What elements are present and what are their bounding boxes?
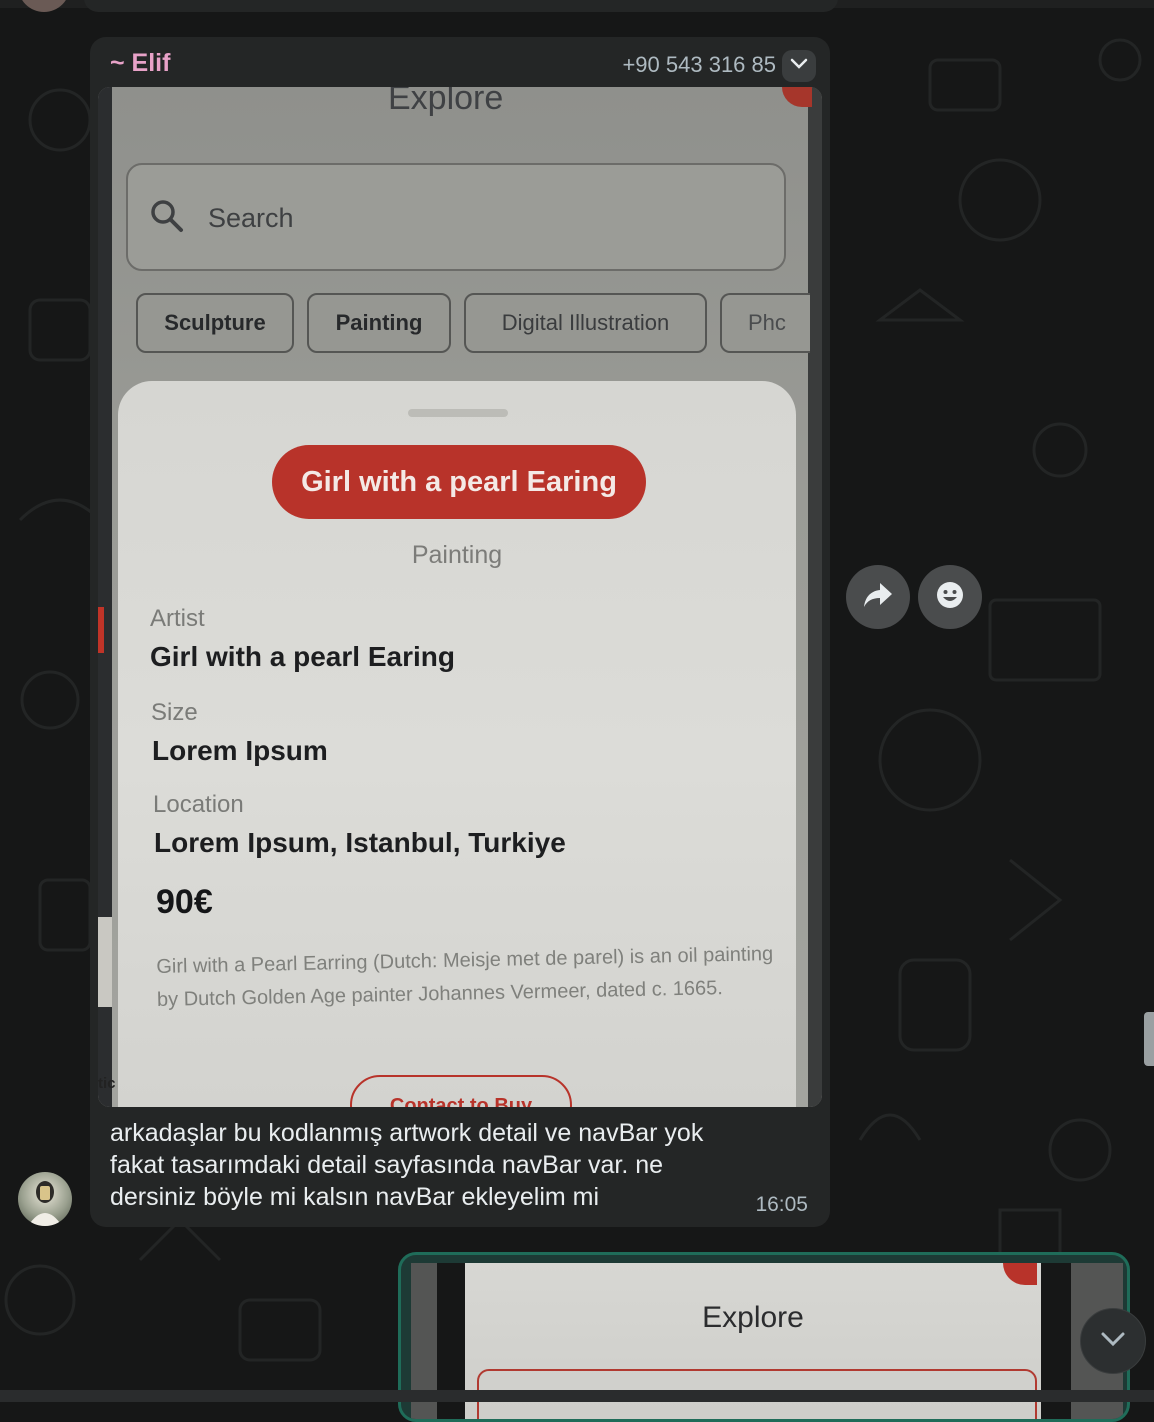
- outgoing-explore-title: Explore: [702, 1301, 804, 1334]
- contact-to-buy-button: Contact to Buy: [350, 1075, 572, 1107]
- photo-search-box: Search: [126, 163, 786, 271]
- red-corner: [782, 87, 812, 107]
- search-icon: [150, 199, 184, 238]
- forward-button[interactable]: [846, 565, 910, 629]
- emoji-icon: [935, 580, 965, 615]
- sender-phone: +90 543 316 85: [622, 52, 776, 77]
- window-bottom-strip: [0, 1390, 1154, 1402]
- chip-sculpture: Sculpture: [136, 293, 294, 353]
- location-value: Lorem Ipsum, Istanbul, Turkiye: [154, 827, 566, 858]
- message-text: arkadaşlar bu kodlanmış artwork detail v…: [110, 1119, 704, 1211]
- size-value: Lorem Ipsum: [152, 735, 328, 766]
- chevron-down-icon: [790, 57, 808, 75]
- artwork-price: 90€: [156, 883, 213, 921]
- artist-label: Artist: [150, 605, 205, 632]
- scroll-to-bottom-button[interactable]: [1080, 1308, 1146, 1374]
- react-button[interactable]: [918, 565, 982, 629]
- artwork-title: Girl with a pearl Earing: [272, 445, 646, 519]
- red-edge: [98, 607, 104, 653]
- sheet-handle: [408, 409, 508, 417]
- side-background: [98, 917, 112, 1007]
- chip-photography: Phc: [720, 293, 810, 353]
- size-label: Size: [151, 699, 198, 726]
- artist-value: Girl with a pearl Earing: [150, 641, 455, 672]
- artwork-category: Painting: [411, 541, 503, 569]
- message-menu-button[interactable]: [782, 50, 816, 82]
- chevron-down-icon: [1100, 1331, 1126, 1352]
- message-time: 16:05: [755, 1193, 808, 1216]
- scrollbar[interactable]: [1144, 1012, 1154, 1066]
- photo-explore-title: Explore: [388, 87, 504, 117]
- search-placeholder: Search: [208, 203, 294, 233]
- chip-painting: Painting: [307, 293, 451, 353]
- incoming-message-bubble[interactable]: ~ Elif +90 543 316 85 tic Explore Search…: [90, 37, 830, 1227]
- message-photo[interactable]: tic Explore Search Sculpture Painting Di…: [98, 87, 822, 1107]
- sender-name[interactable]: ~ Elif: [110, 49, 170, 78]
- avatar[interactable]: [18, 1172, 72, 1226]
- forward-icon: [862, 581, 894, 614]
- chip-digital-illustration: Digital Illustration: [464, 293, 707, 353]
- artwork-detail-sheet: Girl with a pearl Earing Painting Artist…: [118, 381, 796, 1107]
- artwork-description: Girl with a Pearl Earring (Dutch: Meisje…: [156, 943, 774, 1011]
- previous-message-bubble: [84, 0, 838, 12]
- phone-frame-right: [808, 87, 822, 1107]
- side-text-fragment: tic: [98, 1075, 116, 1092]
- location-label: Location: [153, 791, 244, 818]
